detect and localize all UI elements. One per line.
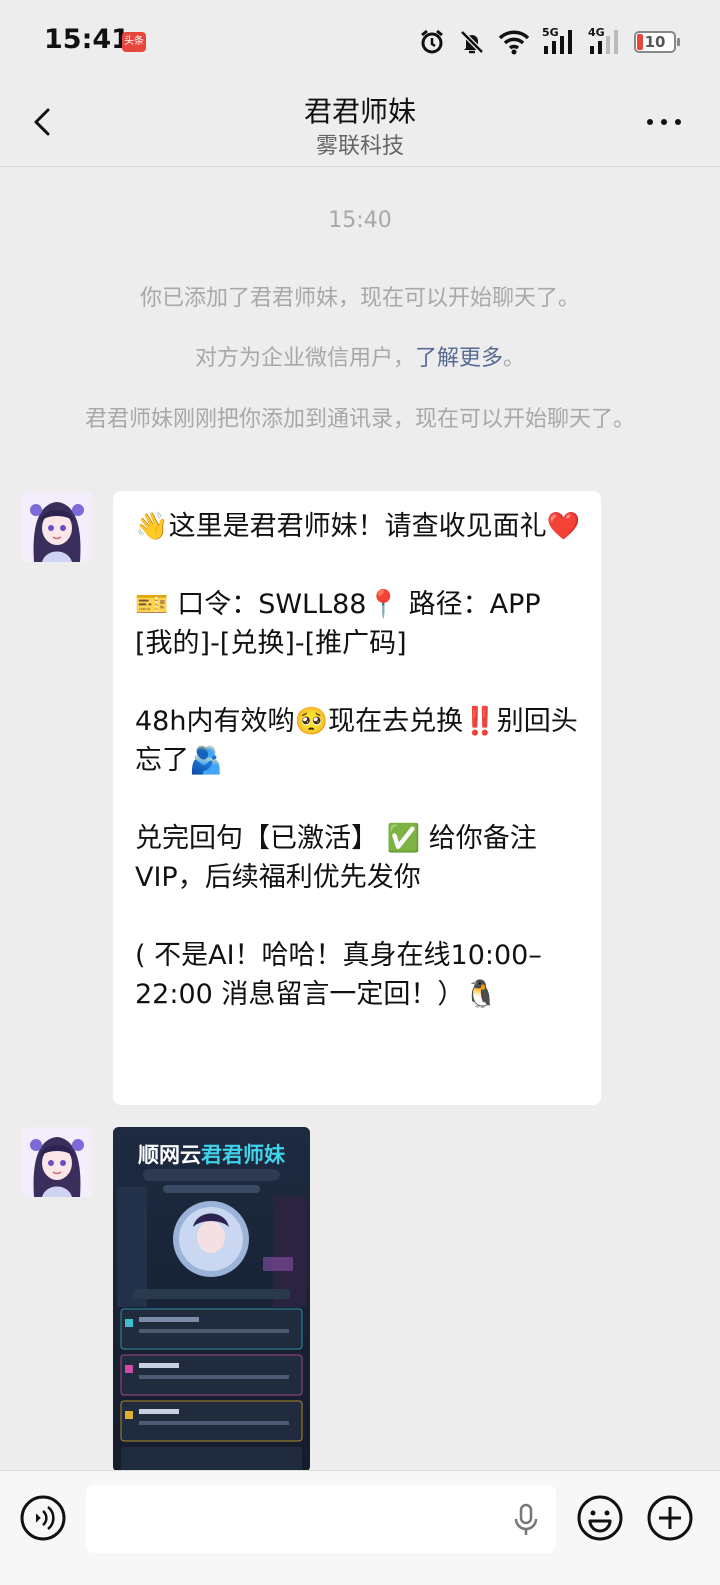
emoji-icon[interactable]: [576, 1494, 624, 1542]
system-message-enterprise-suffix: 。: [503, 346, 526, 371]
status-bar: 15:41 头条 5G 4G 10: [0, 0, 720, 84]
message-paragraph-validity: 48h内有效哟🥺现在去兑换‼️别回头忘了🫂: [135, 706, 578, 776]
plus-icon[interactable]: [646, 1494, 694, 1542]
system-message-enterprise: 对方为企业微信用户，了解更多。: [60, 343, 660, 375]
learn-more-link[interactable]: 了解更多: [415, 346, 503, 371]
message-gift-text: 👋这里是君君师妹！请查收见面礼: [135, 511, 547, 542]
message-paragraph-code: 🎫 口令：SWLL88📍 路径：APP [我的]-[兑换]-[推广码]: [135, 589, 550, 659]
input-bar: [0, 1470, 720, 1585]
avatar-anime-girl-image: [22, 492, 92, 562]
toutiao-app-icon: 头条: [122, 32, 146, 52]
poster-image: [113, 1127, 310, 1472]
alarm-icon: [421, 29, 443, 54]
mic-icon[interactable]: [510, 1503, 542, 1537]
system-message-enterprise-text: 对方为企业微信用户，: [194, 346, 415, 371]
heart-emoji: ❤️: [546, 511, 581, 542]
contact-avatar[interactable]: [22, 492, 92, 562]
system-message-contacts: 君君师妹刚刚把你添加到通讯录，现在可以开始聊天了。: [84, 407, 635, 432]
contact-company: 雾联科技: [315, 134, 404, 159]
signal-5g-icon: 5G: [542, 26, 576, 56]
mute-bell-icon: [460, 30, 484, 54]
chat-header: 君君师妹 雾联科技: [0, 84, 720, 167]
message-bubble[interactable]: 👋这里是君君师妹！请查收见面礼❤️ 🎫 口令：SWLL88📍 路径：APP [我…: [113, 491, 601, 1105]
voice-icon[interactable]: [19, 1494, 67, 1542]
poster-title-brand: 顺网云: [138, 1143, 201, 1167]
system-message-added: 你已添加了君君师妹，现在可以开始聊天了。: [139, 286, 580, 311]
avatar-anime-girl-image: [22, 1127, 92, 1197]
contact-avatar[interactable]: [22, 1127, 92, 1197]
battery-level: 10: [644, 33, 666, 51]
poster-title-name: 君君师妹: [201, 1143, 285, 1167]
message-paragraph-gift: 👋这里是君君师妹！请查收见面礼❤️: [135, 507, 581, 546]
signal-4g-icon: 4G: [588, 26, 622, 56]
poster-title: 顺网云君君师妹: [113, 1141, 310, 1169]
wifi-icon: [498, 30, 530, 55]
message-input[interactable]: [86, 1485, 556, 1553]
status-icons: 5G 4G 10: [418, 26, 680, 58]
status-time: 15:41: [44, 24, 130, 55]
image-message-poster[interactable]: 顺网云君君师妹: [113, 1127, 310, 1472]
contact-name: 君君师妹: [303, 95, 416, 128]
chat-timestamp: 15:40: [328, 208, 392, 233]
message-paragraph-activate: 兑完回句【已激活】 ✅ 给你备注VIP，后续福利优先发你: [135, 823, 537, 893]
battery-icon: 10: [634, 31, 680, 53]
more-icon[interactable]: [644, 112, 684, 132]
message-paragraph-online: ( 不是AI！哈哈！真身在线10:00–22:00 消息留言一定回！）🐧: [135, 940, 542, 1010]
